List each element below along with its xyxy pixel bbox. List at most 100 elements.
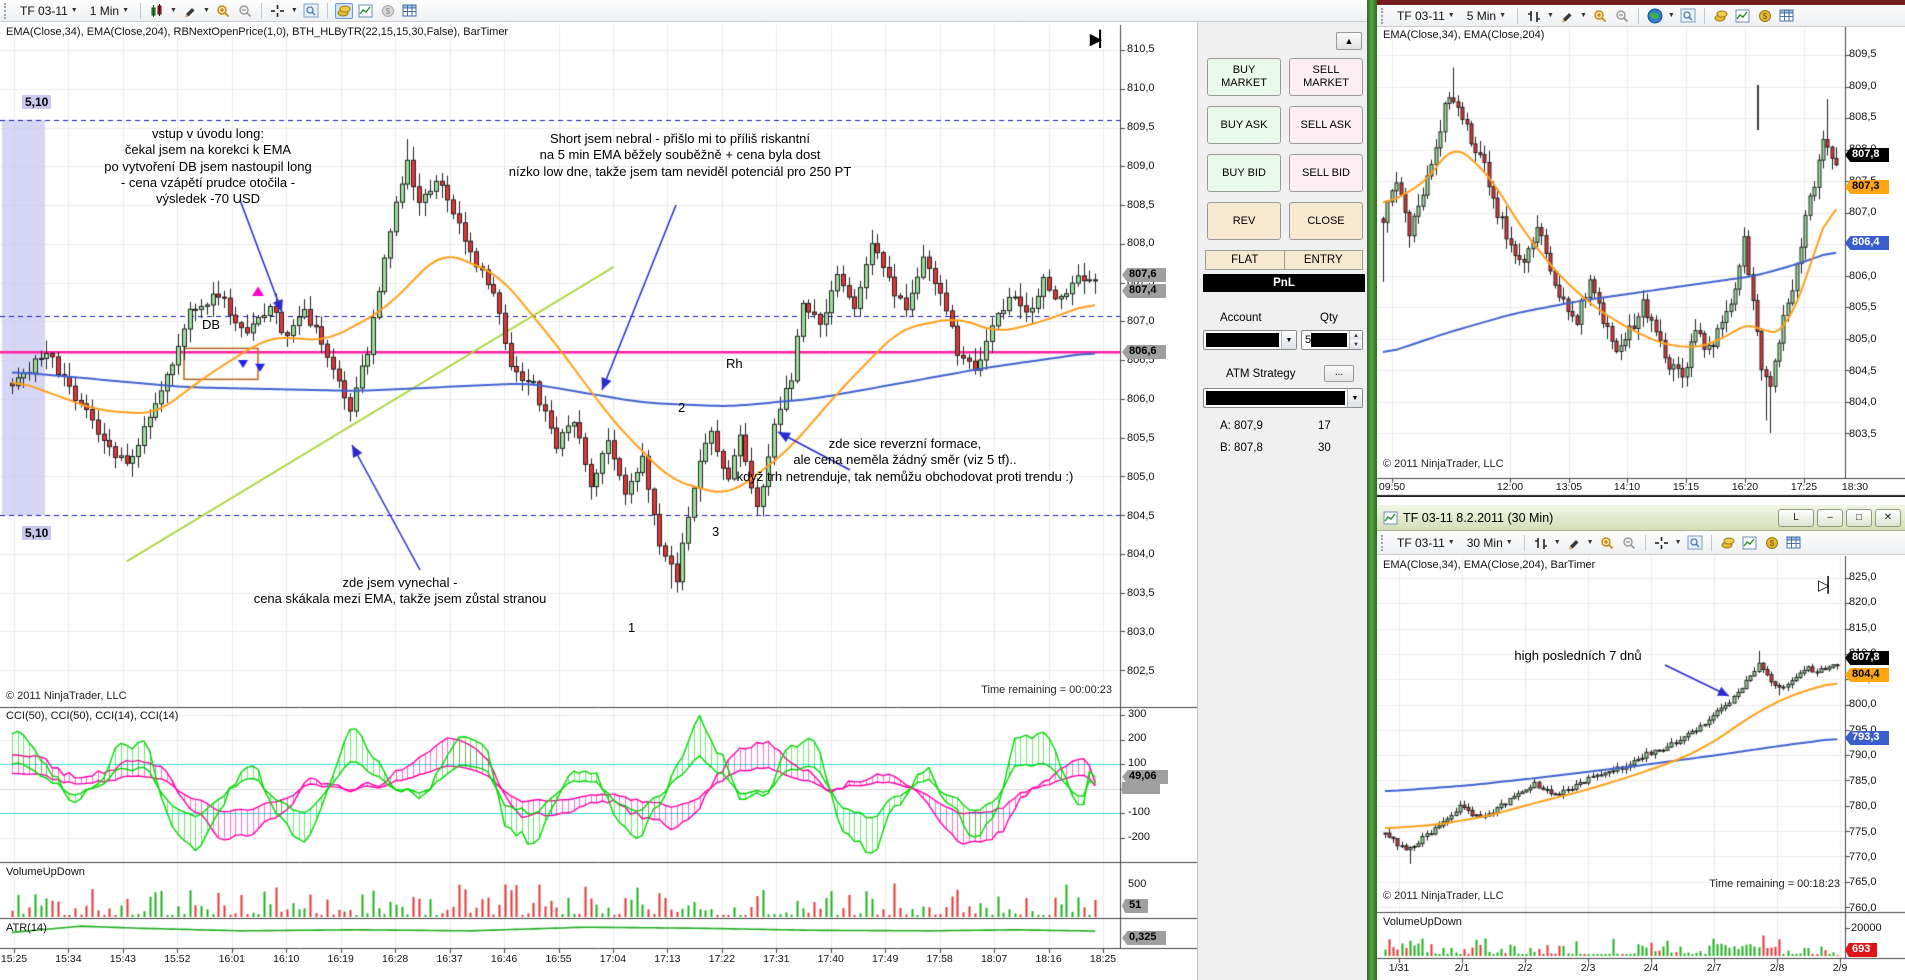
time-axis-label: 18:07 [980,953,1008,965]
axis-label: 809,0 [1127,159,1155,172]
toolbar-grip[interactable] [1381,7,1386,24]
crosshair-icon[interactable] [269,3,287,19]
coin-icon[interactable]: $ [1763,535,1781,551]
interval-selector[interactable]: 30 Min ▼ [1463,534,1517,552]
toolbar-grip[interactable] [4,2,9,19]
chevron-down-icon: ▼ [1505,539,1513,546]
sell-ask-button[interactable]: SELL ASK [1289,106,1363,144]
maximize-button[interactable]: □ [1846,508,1872,527]
go-to-end-icon[interactable]: ▶▏ [1090,30,1111,48]
chart-window-icon[interactable] [302,3,320,19]
right-top-chart-canvas[interactable] [1377,27,1905,497]
atr-indicator-label: ATR(14) [6,922,47,934]
interval-selector[interactable]: 1 Min ▼ [86,2,133,20]
coin-icon[interactable]: $ [1756,8,1774,24]
chevron-down-icon[interactable]: ▼ [1587,539,1594,546]
chart-style-icon[interactable] [1525,8,1543,24]
time-axis-label: 1/31 [1388,962,1410,974]
zoom-in-icon[interactable] [1591,8,1609,24]
axis-label: 775,0 [1849,825,1877,838]
data-grid-icon[interactable] [1778,8,1796,24]
toolbar-grip[interactable] [1381,534,1386,551]
sell-market-button[interactable]: SELL MARKET [1289,58,1363,96]
axis-label: 805,0 [1849,332,1877,345]
zoom-out-icon[interactable] [236,3,254,19]
right-bottom-window-titlebar[interactable]: TF 03-11 8.2.2011 (30 Min) L – □ ✕ [1377,505,1905,531]
crosshair-icon[interactable] [1653,535,1671,551]
time-axis-label: 16:19 [327,953,354,965]
chevron-down-icon[interactable]: ▼ [170,7,177,14]
chevron-down-icon[interactable]: ▼ [203,7,210,14]
chart-style-icon[interactable] [148,3,166,19]
data-grid-icon[interactable] [1785,535,1803,551]
instrument-selector[interactable]: TF 03-11 ▼ [1393,534,1459,552]
globe-icon[interactable] [1646,8,1664,24]
time-axis-label: 14:10 [1613,481,1641,493]
draw-tool-icon[interactable] [181,3,199,19]
toolbar-separator [1710,534,1712,551]
axis-label: 805,0 [1127,470,1155,483]
reverse-button[interactable]: REV [1207,202,1281,240]
chevron-down-icon[interactable]: ▼ [1668,12,1675,19]
chart-trader-icon[interactable] [1712,8,1730,24]
close-button[interactable]: ✕ [1875,508,1901,527]
main-price-axis: 810,5 810,0 809,5 809,0 808,5 808,0 807,5 807,0… [1127,43,1173,677]
collapse-button[interactable]: ▲ [1336,32,1362,50]
sell-bid-button[interactable]: SELL BID [1289,154,1363,192]
spin-up-icon[interactable]: ▲ [1350,331,1362,340]
zoom-in-icon[interactable] [214,3,232,19]
close-button[interactable]: CLOSE [1289,202,1363,240]
mini-chart-icon[interactable] [1741,535,1759,551]
mini-chart-icon[interactable] [1734,8,1752,24]
buy-ask-button[interactable]: BUY ASK [1207,106,1281,144]
window-title: TF 03-11 8.2.2011 (30 Min) [1403,510,1554,525]
chart-style-icon[interactable] [1532,535,1550,551]
chevron-down-icon[interactable]: ▼ [291,7,298,14]
svg-text:$: $ [386,7,391,16]
chevron-down-icon[interactable]: ▼ [1547,12,1554,19]
zoom-out-icon[interactable] [1613,8,1631,24]
chevron-down-icon[interactable]: ▼ [1580,12,1587,19]
draw-tool-icon[interactable] [1558,8,1576,24]
chart-window-icon[interactable] [1679,8,1697,24]
toolbar-separator [1637,7,1639,24]
chart-trader-icon[interactable] [1719,535,1737,551]
chart-window-icon[interactable] [1686,535,1704,551]
rb-ema204-tag: 793,3 [1845,731,1889,745]
entry-button[interactable]: ENTRY [1283,251,1363,269]
chevron-down-icon[interactable]: ▼ [1281,331,1296,349]
window-divider[interactable] [1367,0,1377,980]
draw-tool-icon[interactable] [1565,535,1583,551]
chevron-down-icon[interactable]: ▼ [1347,389,1362,407]
qty-stepper[interactable]: 5 ▲ ▼ [1301,330,1363,350]
instrument-selector[interactable]: TF 03-11 ▼ [16,2,82,20]
chevron-down-icon[interactable]: ▼ [1554,539,1561,546]
cci-axis-label: 300 [1128,708,1147,720]
axis-label: 805,5 [1127,431,1155,444]
atm-strategy-select[interactable]: ▼ [1203,388,1363,408]
spin-down-icon[interactable]: ▼ [1350,340,1362,349]
buy-market-button[interactable]: BUY MARKET [1207,58,1281,96]
chart-trader-icon[interactable] [334,2,353,19]
chevron-down-icon[interactable]: ▼ [1675,539,1682,546]
mini-chart-icon[interactable] [357,3,375,19]
axis-label: 804,0 [1849,396,1877,409]
zoom-out-icon[interactable] [1620,535,1638,551]
axis-label: 790,0 [1849,749,1877,762]
data-grid-icon[interactable] [401,3,419,19]
interval-selector[interactable]: 5 Min ▼ [1463,7,1510,25]
account-select[interactable]: ▼ [1203,330,1297,350]
instrument-selector[interactable]: TF 03-11 ▼ [1393,7,1459,25]
buy-bid-button[interactable]: BUY BID [1207,154,1281,192]
zoom-in-icon[interactable] [1598,535,1616,551]
bid-row-label: B: 807,8 [1220,442,1263,454]
go-to-end-icon[interactable]: ▷▏ [1818,576,1839,594]
minimize-button[interactable]: – [1817,508,1843,527]
atm-more-button[interactable]: ... [1324,365,1354,382]
link-button[interactable]: L [1778,508,1814,527]
annotation-short: Short jsem nebral - přišlo mi to příliš … [508,131,852,179]
session-label: 5,10 [22,526,52,540]
annotation-high: high posledních 7 dnů [1514,648,1642,663]
cci-axis-label: -100 [1128,806,1151,818]
flat-button[interactable]: FLAT [1206,251,1284,269]
